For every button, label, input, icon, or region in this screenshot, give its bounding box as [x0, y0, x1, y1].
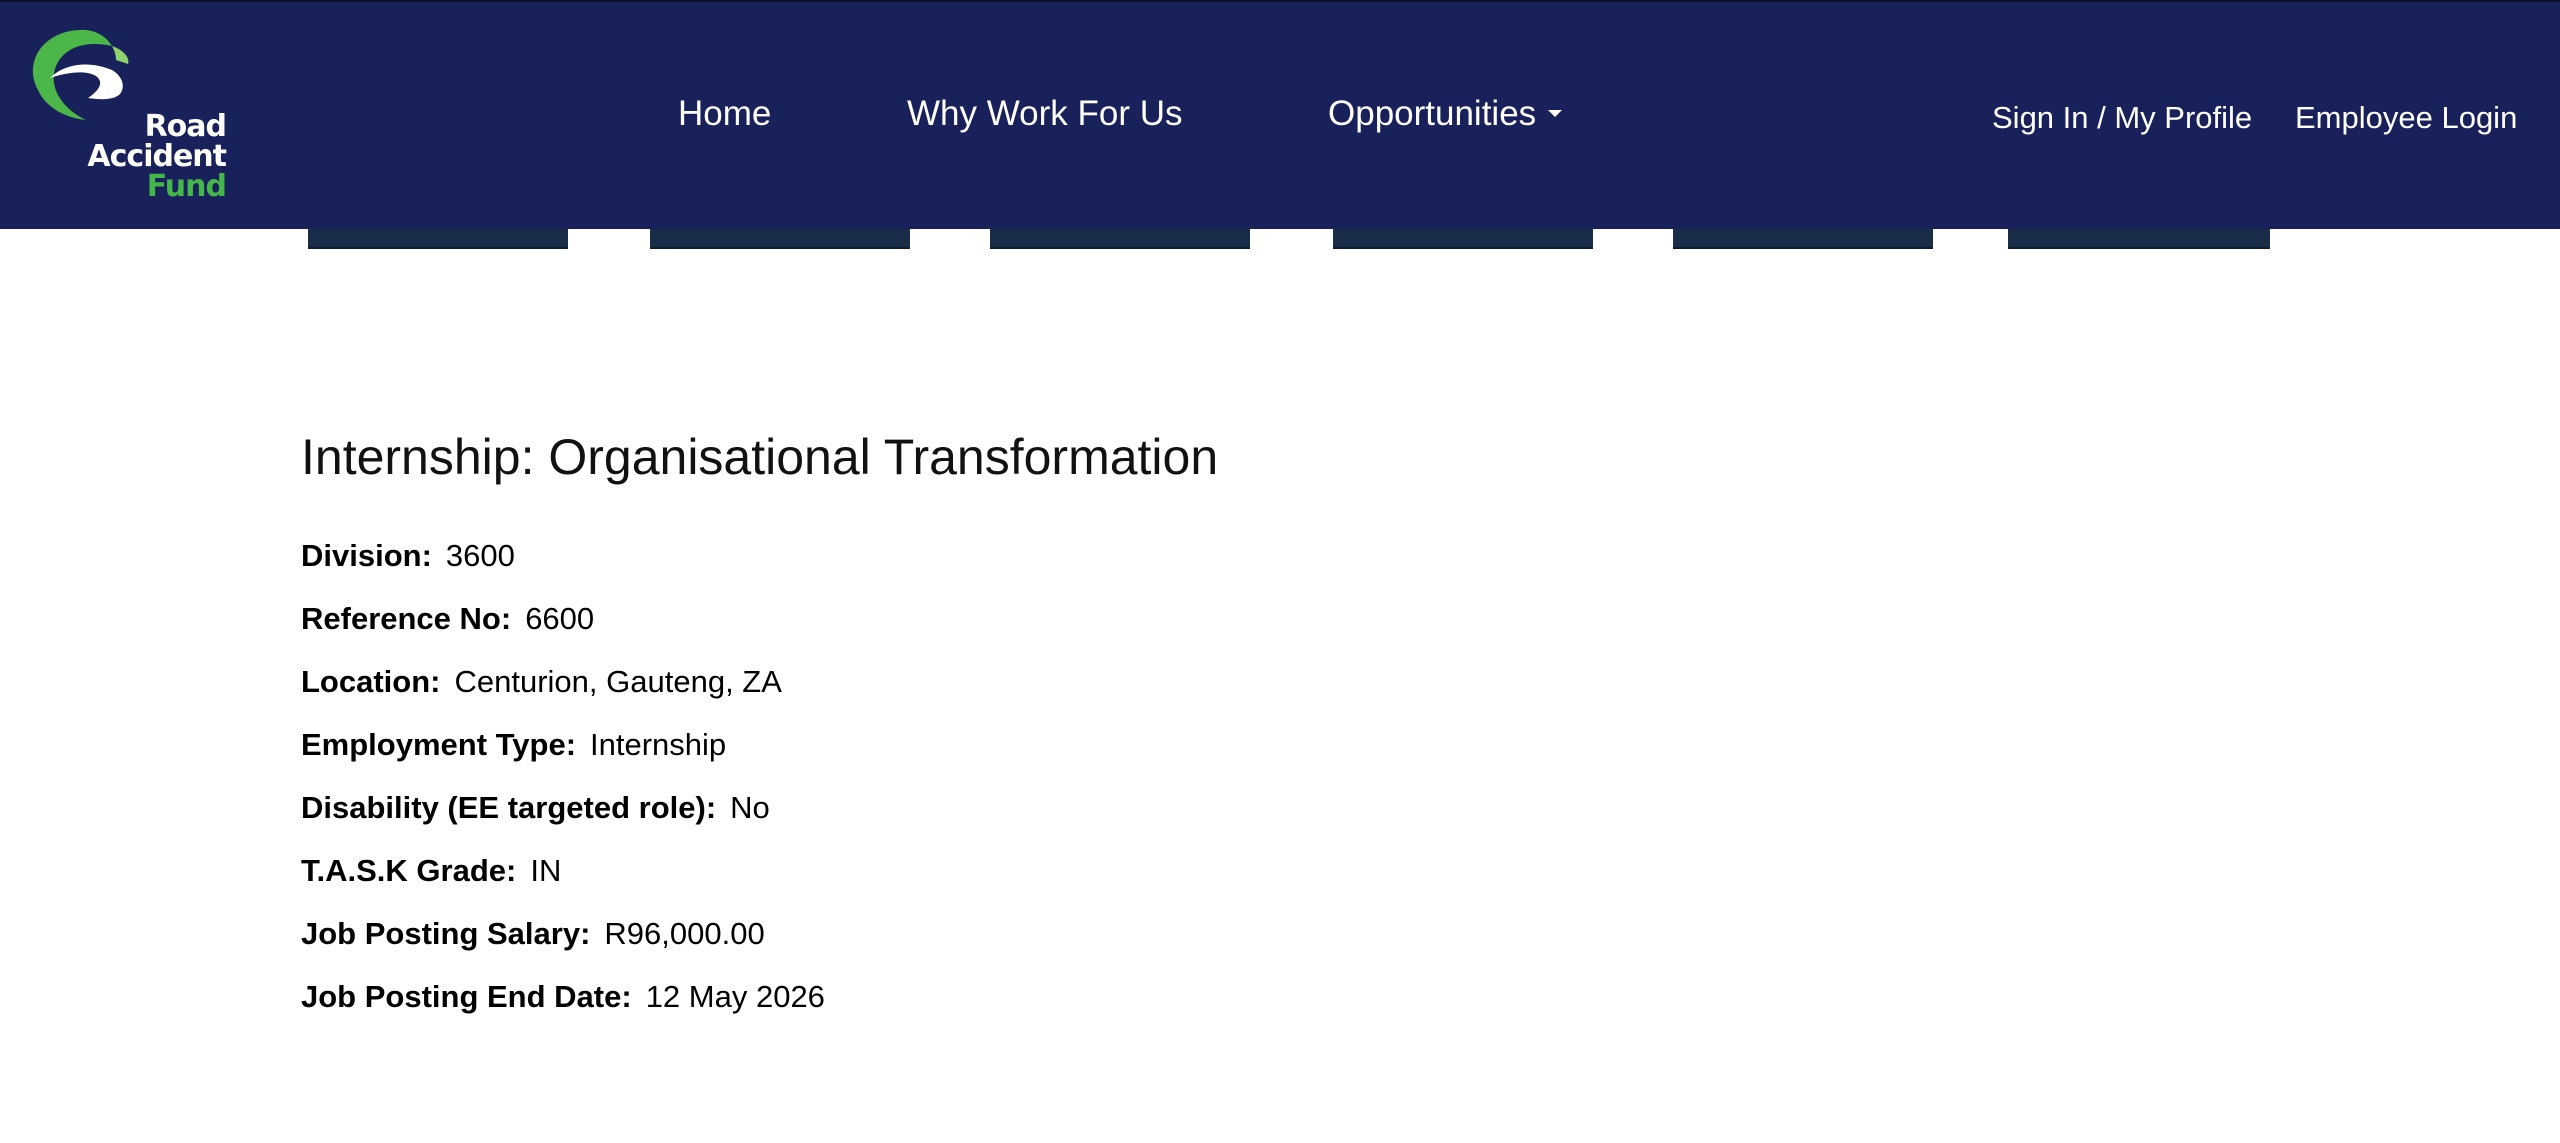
sign-in-my-profile-link[interactable]: Sign In / My Profile: [1992, 100, 2252, 136]
job-details-list: Division: 3600 Reference No: 6600 Location…: [301, 524, 2101, 1028]
job-details-section: Internship: Organisational Transformatio…: [301, 424, 2101, 1028]
logo-text-road: Road: [144, 109, 227, 144]
nav-tab-strip: [1333, 229, 1593, 249]
detail-reference-no: Reference No: 6600: [301, 587, 2101, 650]
caret-down-icon: [1548, 110, 1563, 118]
detail-value: Centurion, Gauteng, ZA: [454, 664, 782, 699]
detail-label: T.A.S.K Grade:: [301, 853, 517, 888]
detail-location: Location: Centurion, Gauteng, ZA: [301, 650, 2101, 713]
detail-disability: Disability (EE targeted role): No: [301, 776, 2101, 839]
nav-opportunities-label: Opportunities: [1328, 94, 1537, 133]
nav-tab-strip: [308, 229, 568, 249]
detail-label: Reference No:: [301, 601, 512, 636]
detail-label: Disability (EE targeted role):: [301, 790, 717, 825]
top-navbar: Road Accident Fund Home Why Work For Us …: [0, 0, 2560, 229]
detail-value: 12 May 2026: [645, 979, 825, 1014]
detail-value: 6600: [525, 601, 595, 636]
detail-division: Division: 3600: [301, 524, 2101, 587]
raf-logo[interactable]: Road Accident Fund: [16, 20, 227, 220]
detail-task-grade: T.A.S.K Grade: IN: [301, 839, 2101, 902]
detail-label: Employment Type:: [301, 727, 577, 762]
detail-employment-type: Employment Type: Internship: [301, 713, 2101, 776]
detail-value: Internship: [590, 727, 727, 762]
nav-tab-strip: [2008, 229, 2270, 249]
detail-value: IN: [530, 853, 562, 888]
detail-end-date: Job Posting End Date: 12 May 2026: [301, 965, 2101, 1028]
detail-label: Division:: [301, 538, 432, 573]
detail-label: Job Posting End Date:: [301, 979, 632, 1014]
nav-opportunities-dropdown[interactable]: Opportunities: [1328, 94, 1563, 134]
detail-salary: Job Posting Salary: R96,000.00: [301, 902, 2101, 965]
logo-text-accident: Accident: [87, 139, 227, 174]
job-title: Internship: Organisational Transformatio…: [301, 429, 1219, 485]
nav-tab-strip: [990, 229, 1250, 249]
nav-home-link[interactable]: Home: [678, 94, 771, 134]
detail-value: 3600: [445, 538, 515, 573]
employee-login-link[interactable]: Employee Login: [2295, 100, 2517, 136]
logo-text-fund: Fund: [146, 169, 227, 204]
detail-label: Location:: [301, 664, 441, 699]
detail-label: Job Posting Salary:: [301, 916, 591, 951]
logo-wordmark: Road Accident Fund: [87, 109, 227, 204]
detail-value: No: [730, 790, 770, 825]
nav-tab-strip: [650, 229, 910, 249]
nav-why-work-for-us-link[interactable]: Why Work For Us: [907, 94, 1182, 134]
detail-value: R96,000.00: [604, 916, 765, 951]
nav-tab-strip: [1673, 229, 1933, 249]
